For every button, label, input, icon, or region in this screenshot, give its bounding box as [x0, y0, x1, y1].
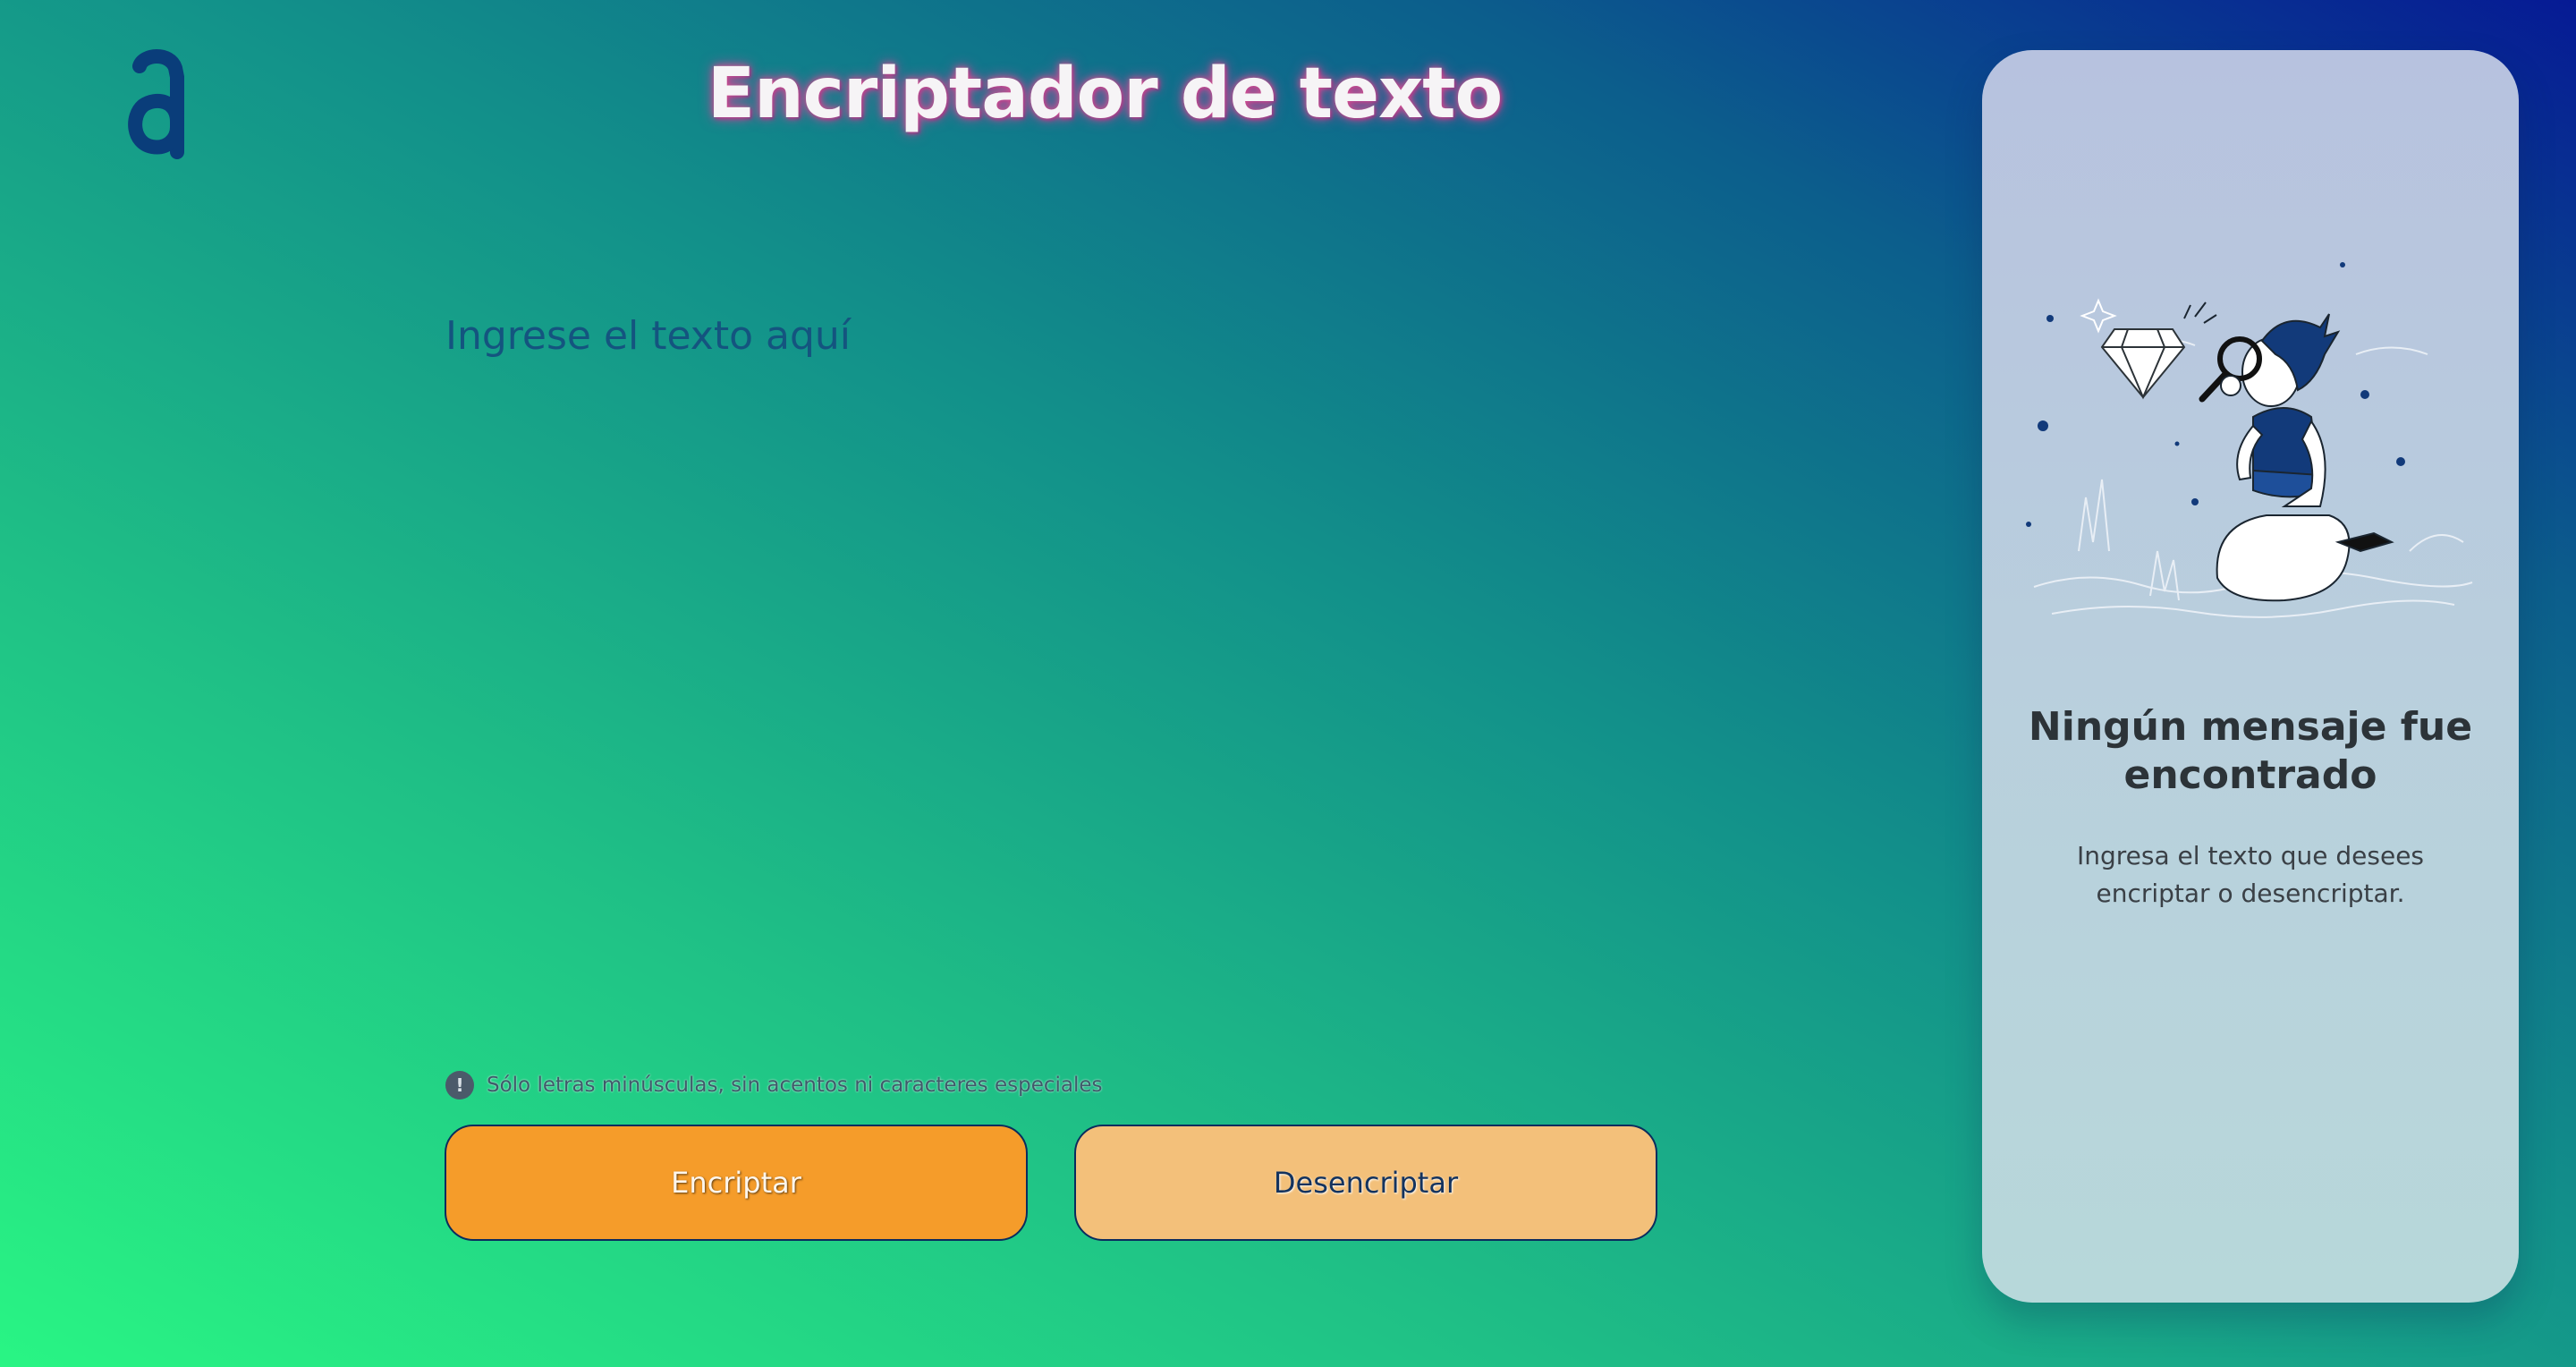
text-input[interactable]: [445, 313, 1662, 1029]
person-with-magnifying-glass-illustration: [2026, 262, 2473, 618]
no-message-title: Ningún mensaje fue encontrado: [2028, 704, 2473, 798]
hint-text: Sólo letras minúsculas, sin acentos ni c…: [487, 1074, 1103, 1097]
decrypt-button[interactable]: Desencriptar: [1074, 1125, 1657, 1241]
input-hint: ! Sólo letras minúsculas, sin acentos ni…: [445, 1070, 1103, 1100]
no-message-text: Ingresa el texto que desees encriptar o …: [2076, 841, 2425, 908]
page-title: Encriptador de texto: [707, 54, 1503, 134]
exclamation-circle-icon: !: [445, 1071, 474, 1100]
encrypt-button[interactable]: Encriptar: [445, 1125, 1028, 1241]
output-panel: Ningún mensaje fue encontrado Ingresa el…: [1982, 50, 2519, 1303]
